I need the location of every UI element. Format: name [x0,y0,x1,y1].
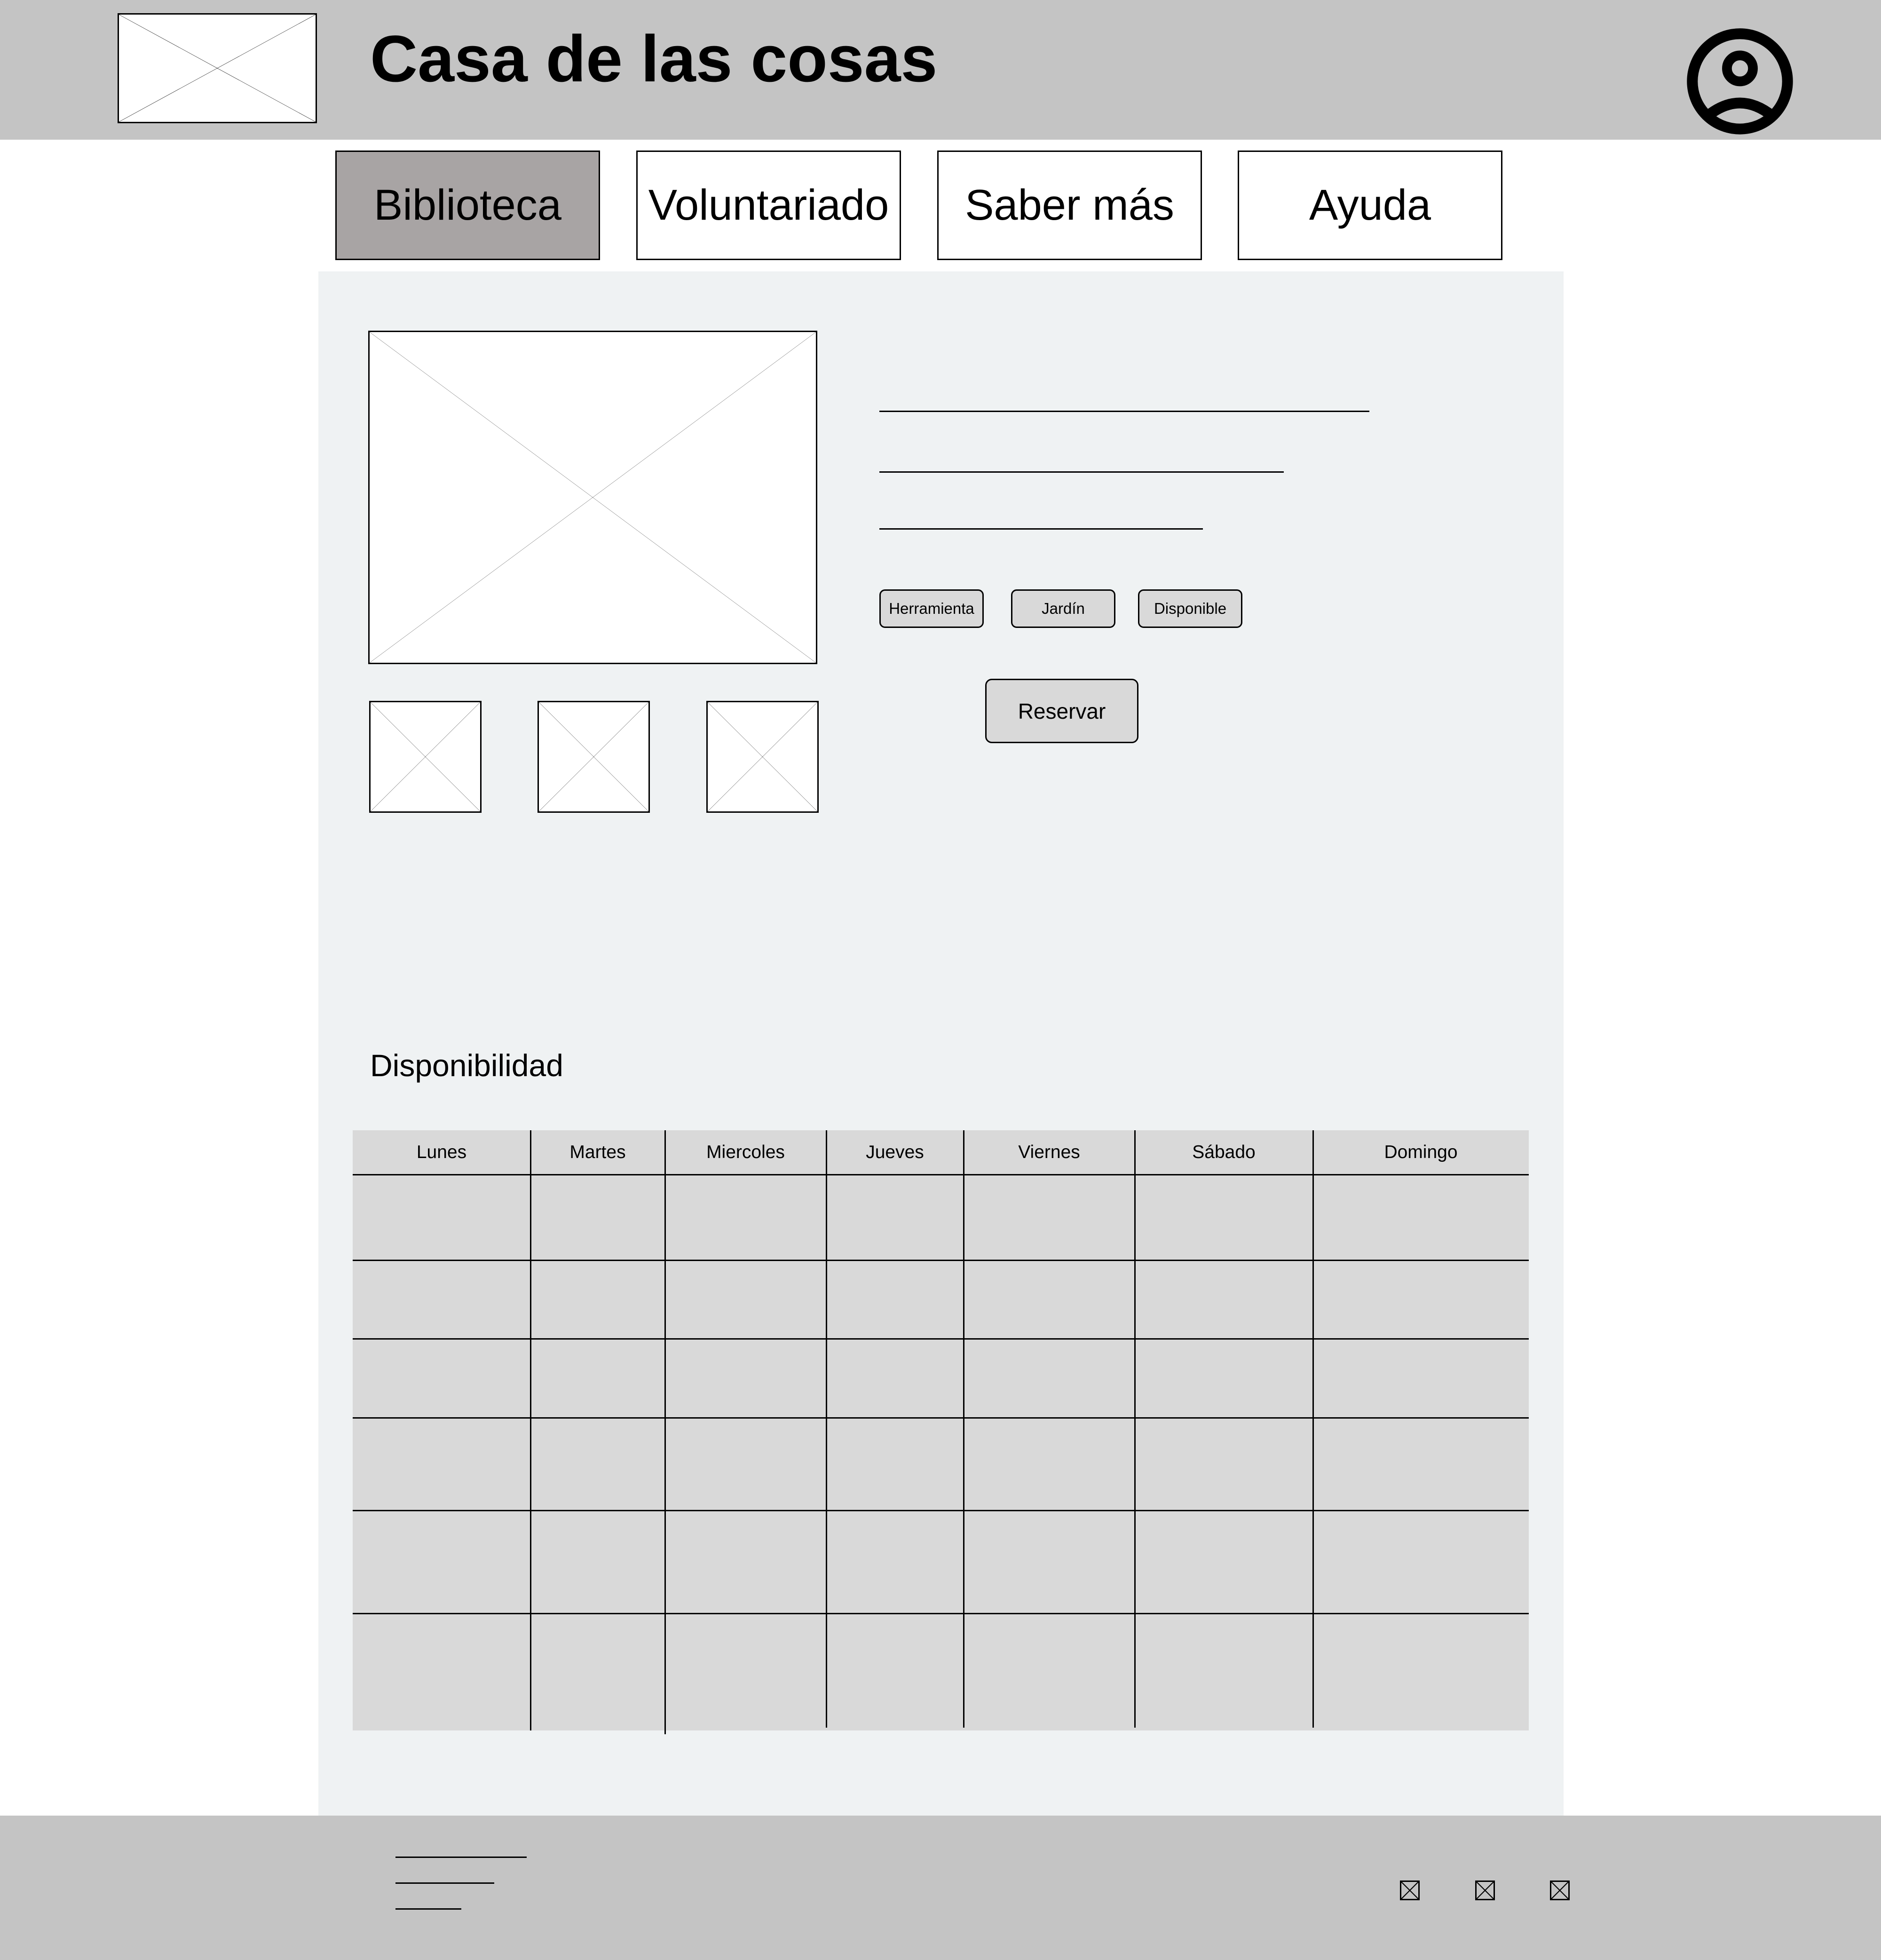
calendar-day-header: Jueves [866,1142,924,1162]
tag-jardin[interactable]: Jardín [1011,589,1115,628]
footer-link-placeholder[interactable] [395,1908,461,1910]
social-icon[interactable] [1400,1881,1420,1900]
user-account-icon[interactable] [1686,27,1794,135]
site-footer [0,1816,1881,1960]
calendar-day-header: Martes [569,1142,626,1162]
item-description-placeholder [879,528,1203,530]
calendar-day-header: Sábado [1192,1142,1256,1162]
calendar-day-header: Miercoles [706,1142,785,1162]
calendar-grid-line [664,1130,666,1734]
tag-herramienta[interactable]: Herramienta [879,589,984,628]
calendar-grid-line [1312,1130,1314,1728]
product-thumbnail[interactable] [369,701,482,813]
item-subtitle-placeholder [879,471,1284,473]
product-thumbnail[interactable] [706,701,819,813]
availability-title: Disponibilidad [370,1048,563,1083]
tag-disponible[interactable]: Disponible [1138,589,1242,628]
tab-biblioteca[interactable]: Biblioteca [335,151,600,260]
calendar-grid-line [353,1613,1529,1614]
calendar-grid-line [1134,1130,1136,1728]
tab-voluntariado[interactable]: Voluntariado [636,151,901,260]
product-main-image[interactable] [368,331,817,664]
reserve-button[interactable]: Reservar [985,679,1138,743]
calendar-grid-line [353,1510,1529,1511]
calendar-grid-line [353,1338,1529,1340]
image-placeholder-icon [370,332,816,663]
product-thumbnail[interactable] [537,701,650,813]
calendar-day-header: Viernes [1018,1142,1080,1162]
tab-ayuda[interactable]: Ayuda [1238,151,1502,260]
calendar-day-header: Domingo [1384,1142,1458,1162]
calendar-grid-line [353,1174,1529,1175]
calendar-grid-line [530,1130,531,1730]
image-placeholder-icon [708,702,817,811]
calendar-day-header: Lunes [416,1142,467,1162]
image-placeholder-icon [371,702,480,811]
calendar-grid-line [353,1417,1529,1419]
calendar-grid-line [353,1260,1529,1261]
footer-link-placeholder[interactable] [395,1857,527,1858]
tab-saber-mas[interactable]: Saber más [937,151,1202,260]
social-icon[interactable] [1550,1881,1570,1900]
site-title: Casa de las cosas [370,22,938,95]
social-icon[interactable] [1475,1881,1495,1900]
site-header: Casa de las cosas [0,0,1881,140]
image-placeholder-icon [539,702,648,811]
item-title-placeholder [879,411,1369,412]
availability-calendar: Lunes Martes Miercoles Jueves Viernes Sá… [353,1130,1529,1734]
image-placeholder-icon [119,15,316,122]
logo-placeholder[interactable] [118,13,317,123]
calendar-grid-line [826,1130,827,1728]
footer-link-placeholder[interactable] [395,1882,494,1884]
calendar-grid-line [963,1130,964,1728]
